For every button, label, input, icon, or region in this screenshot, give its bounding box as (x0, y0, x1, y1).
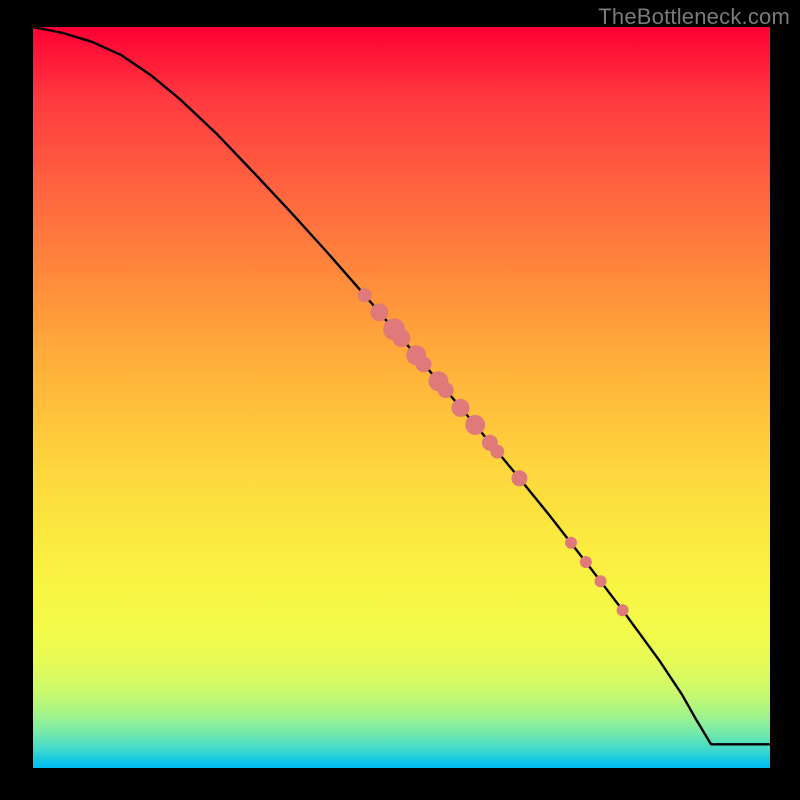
scatter-point (393, 329, 411, 347)
scatter-point (452, 399, 470, 417)
scatter-point (580, 556, 592, 568)
scatter-series (358, 288, 629, 616)
scatter-point (511, 470, 527, 486)
scatter-point (438, 382, 454, 398)
scatter-point (370, 303, 388, 321)
scatter-point (490, 445, 504, 459)
plot-area (33, 27, 770, 768)
chart-stage: TheBottleneck.com (0, 0, 800, 800)
scatter-point (465, 415, 485, 435)
line-series (33, 27, 770, 744)
chart-svg (33, 27, 770, 768)
scatter-point (595, 575, 607, 587)
scatter-point (617, 604, 629, 616)
scatter-point (416, 356, 432, 372)
scatter-point (358, 288, 372, 302)
watermark-text: TheBottleneck.com (598, 4, 790, 30)
scatter-point (565, 537, 577, 549)
